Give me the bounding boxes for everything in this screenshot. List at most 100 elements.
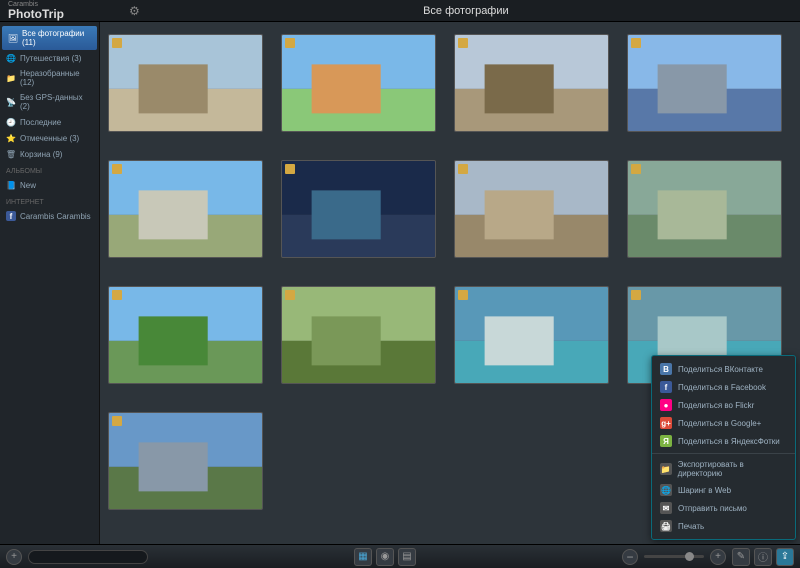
- share-item-7[interactable]: 🌐 Шаринг в Web: [652, 481, 795, 499]
- share-item-1[interactable]: f Поделиться в Facebook: [652, 378, 795, 396]
- view-calendar-button[interactable]: ▤: [398, 548, 416, 566]
- sidebar-item-label: Корзина (9): [20, 150, 62, 159]
- gear-icon[interactable]: ⚙: [129, 4, 140, 18]
- info-button[interactable]: ⓘ: [754, 548, 772, 566]
- add-button[interactable]: +: [6, 549, 22, 565]
- share-item-label: Шаринг в Web: [678, 486, 731, 495]
- sidebar-icon: 📁: [6, 73, 16, 83]
- sidebar-item-label: Путешествия (3): [20, 54, 81, 63]
- album-label: New: [20, 181, 36, 190]
- photo-thumb-4[interactable]: [108, 160, 263, 258]
- share-item-label: Поделиться в Google+: [678, 419, 761, 428]
- photo-thumb-10[interactable]: [454, 286, 609, 384]
- share-service-icon: ●: [660, 399, 672, 411]
- share-item-6[interactable]: 📁 Экспортировать в директорию: [652, 457, 795, 481]
- share-item-label: Экспортировать в директорию: [678, 460, 787, 478]
- zoom-slider[interactable]: [644, 555, 704, 558]
- share-item-3[interactable]: g+ Поделиться в Google+: [652, 414, 795, 432]
- sidebar-icon: 🕘: [6, 117, 16, 127]
- photo-thumb-8[interactable]: [108, 286, 263, 384]
- star-badge-icon: [285, 290, 295, 300]
- footer-toolbar: + ▦ ◉ ▤ − + ✎ ⓘ ⇪: [0, 544, 800, 568]
- sidebar-item-1[interactable]: 🌐 Путешествия (3): [0, 50, 99, 66]
- page-title: Все фотографии: [140, 5, 792, 17]
- header: Carambis PhotoTrip ⚙ Все фотографии: [0, 0, 800, 22]
- share-service-icon: g+: [660, 417, 672, 429]
- sidebar-icon: 📡: [6, 97, 16, 107]
- star-badge-icon: [112, 416, 122, 426]
- photo-thumb-6[interactable]: [454, 160, 609, 258]
- share-item-8[interactable]: ✉ Отправить письмо: [652, 499, 795, 517]
- brand: Carambis PhotoTrip: [8, 1, 64, 20]
- share-item-label: Отправить письмо: [678, 504, 747, 513]
- photo-thumb-12[interactable]: [108, 412, 263, 510]
- star-badge-icon: [285, 164, 295, 174]
- folder-icon: 📘: [6, 180, 16, 190]
- edit-button[interactable]: ✎: [732, 548, 750, 566]
- album-item-0[interactable]: 📘 New: [0, 177, 99, 193]
- photo-thumb-5[interactable]: [281, 160, 436, 258]
- star-badge-icon: [631, 38, 641, 48]
- star-badge-icon: [631, 164, 641, 174]
- internet-item-0[interactable]: f Carambis Carambis: [0, 208, 99, 224]
- share-button[interactable]: ⇪: [776, 548, 794, 566]
- zoom-out-button[interactable]: −: [622, 549, 638, 565]
- star-badge-icon: [458, 164, 468, 174]
- share-item-label: Поделиться во Flickr: [678, 401, 754, 410]
- sidebar-item-5[interactable]: ⭐ Отмеченные (3): [0, 130, 99, 146]
- photo-thumb-7[interactable]: [627, 160, 782, 258]
- share-item-label: Поделиться ВКонтакте: [678, 365, 763, 374]
- star-badge-icon: [631, 290, 641, 300]
- share-service-icon: 🖨: [660, 520, 672, 532]
- sidebar-item-4[interactable]: 🕘Последние: [0, 114, 99, 130]
- photo-thumb-2[interactable]: [454, 34, 609, 132]
- star-badge-icon: [458, 38, 468, 48]
- share-item-4[interactable]: Я Поделиться в ЯндексФотки: [652, 432, 795, 450]
- content-area: В Поделиться ВКонтакте f Поделиться в Faceb…: [100, 22, 800, 544]
- sidebar-icon: ⭐: [6, 133, 16, 143]
- photo-thumb-3[interactable]: [627, 34, 782, 132]
- sidebar-item-label: Все фотографии (11): [22, 29, 91, 47]
- share-item-0[interactable]: В Поделиться ВКонтакте: [652, 360, 795, 378]
- share-item-label: Поделиться в Facebook: [678, 383, 766, 392]
- photo-thumb-0[interactable]: [108, 34, 263, 132]
- section-internet: ИНТЕРНЕТ: [0, 195, 99, 208]
- share-service-icon: 📁: [660, 463, 672, 475]
- facebook-icon: f: [6, 211, 16, 221]
- internet-label: Carambis Carambis: [20, 212, 91, 221]
- share-menu: В Поделиться ВКонтакте f Поделиться в Faceb…: [651, 355, 796, 540]
- sidebar-item-label: Без GPS-данных (2): [20, 93, 93, 111]
- share-item-2[interactable]: ● Поделиться во Flickr: [652, 396, 795, 414]
- star-badge-icon: [458, 290, 468, 300]
- share-service-icon: f: [660, 381, 672, 393]
- share-item-9[interactable]: 🖨 Печать: [652, 517, 795, 535]
- sidebar-item-6[interactable]: 🗑 Корзина (9): [0, 146, 99, 162]
- star-badge-icon: [112, 164, 122, 174]
- share-item-label: Поделиться в ЯндексФотки: [678, 437, 780, 446]
- photo-thumb-1[interactable]: [281, 34, 436, 132]
- star-badge-icon: [112, 38, 122, 48]
- share-service-icon: Я: [660, 435, 672, 447]
- search-input[interactable]: [28, 550, 148, 564]
- sidebar-item-0[interactable]: 🖼Все фотографии (11): [2, 26, 97, 50]
- menu-separator: [652, 453, 795, 454]
- view-globe-button[interactable]: ◉: [376, 548, 394, 566]
- section-albums: АЛЬБОМЫ: [0, 164, 99, 177]
- share-service-icon: В: [660, 363, 672, 375]
- sidebar-item-label: Отмеченные (3): [20, 134, 79, 143]
- sidebar-item-2[interactable]: 📁 Неразобранные (12): [0, 66, 99, 90]
- sidebar: 🖼Все фотографии (11) 🌐 Путешествия (3) 📁 Нер…: [0, 22, 100, 544]
- sidebar-icon: 🗑: [6, 149, 16, 159]
- sidebar-item-3[interactable]: 📡 Без GPS-данных (2): [0, 90, 99, 114]
- star-badge-icon: [285, 38, 295, 48]
- sidebar-icon: 🌐: [6, 53, 16, 63]
- zoom-in-button[interactable]: +: [710, 549, 726, 565]
- view-grid-button[interactable]: ▦: [354, 548, 372, 566]
- photo-thumb-9[interactable]: [281, 286, 436, 384]
- share-item-label: Печать: [678, 522, 704, 531]
- share-service-icon: ✉: [660, 502, 672, 514]
- share-service-icon: 🌐: [660, 484, 672, 496]
- sidebar-item-label: Неразобранные (12): [20, 69, 93, 87]
- star-badge-icon: [112, 290, 122, 300]
- brand-main: PhotoTrip: [8, 8, 64, 20]
